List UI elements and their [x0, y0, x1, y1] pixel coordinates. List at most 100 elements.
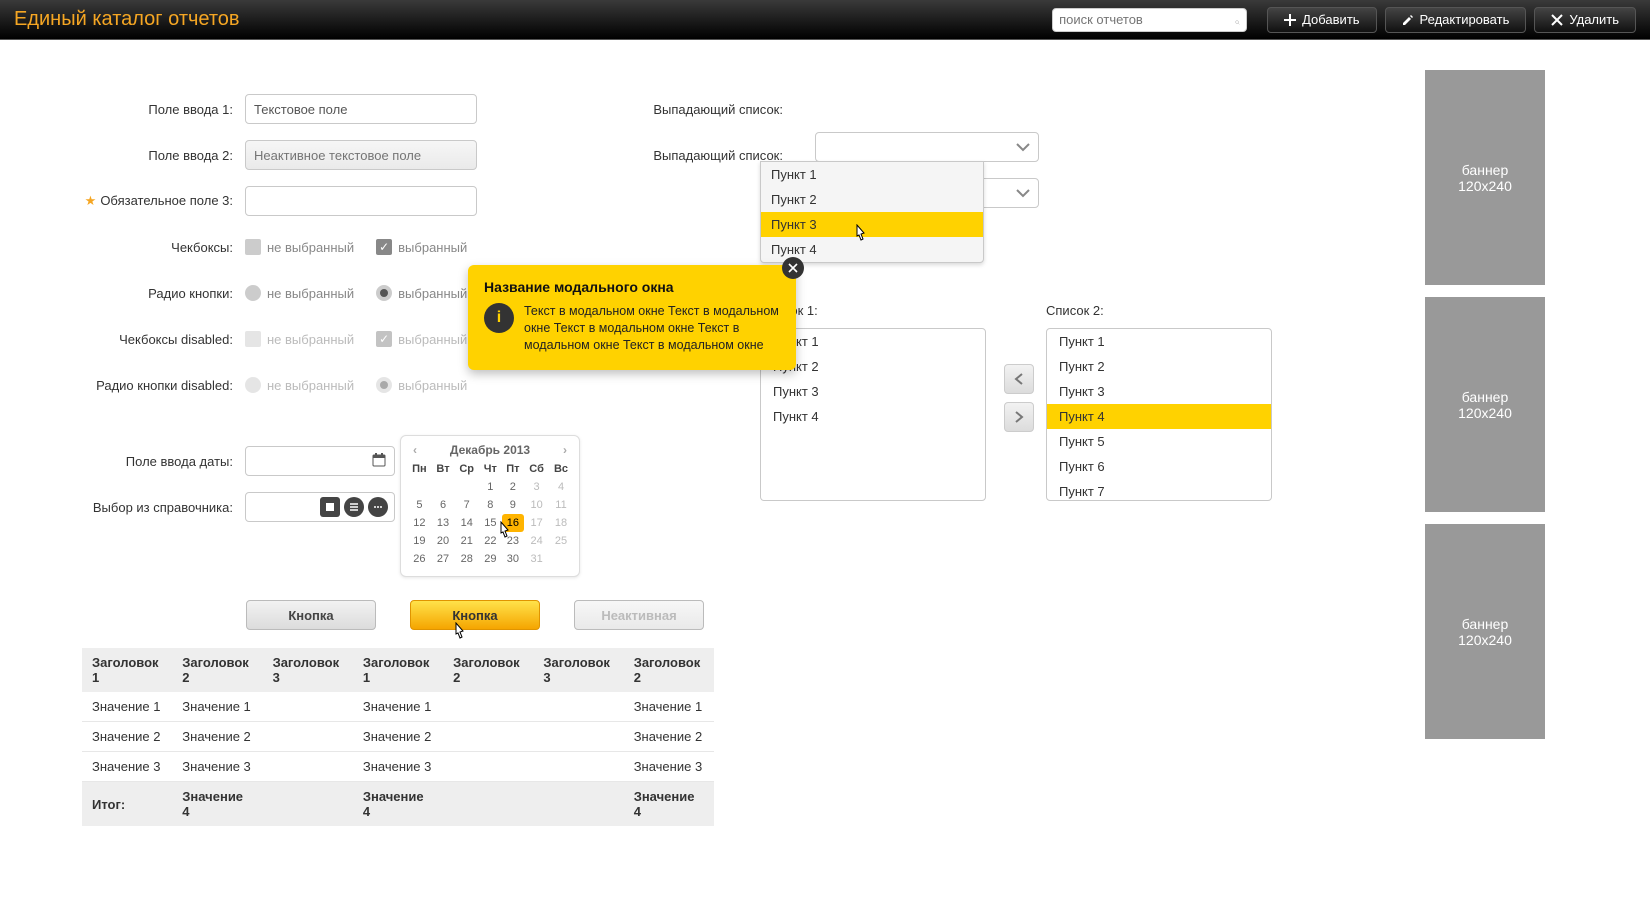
- table-header: Заголовок 3: [263, 648, 353, 692]
- add-button[interactable]: Добавить: [1267, 7, 1376, 33]
- list-item[interactable]: Пункт 3: [1047, 379, 1271, 404]
- button-normal[interactable]: Кнопка: [246, 600, 376, 630]
- list-item[interactable]: Пункт 5: [1047, 429, 1271, 454]
- calendar-day[interactable]: 21: [454, 532, 479, 550]
- table-header: Заголовок 3: [533, 648, 623, 692]
- table-cell: [533, 752, 623, 782]
- calendar-day[interactable]: 23: [502, 532, 525, 550]
- table-cell: [263, 692, 353, 722]
- calendar-day[interactable]: 30: [502, 550, 525, 568]
- calendar-day[interactable]: 16: [502, 514, 525, 532]
- calendar-day[interactable]: 14: [454, 514, 479, 532]
- calendar[interactable]: ‹ Декабрь 2013 › ПнВтСрЧтПтСбВс 12345678…: [400, 435, 580, 577]
- calendar-day[interactable]: 13: [432, 514, 454, 532]
- table-footer-cell: [263, 782, 353, 827]
- calendar-day[interactable]: 29: [479, 550, 501, 568]
- calendar-day[interactable]: 15: [479, 514, 501, 532]
- list-item[interactable]: Пункт 7: [1047, 479, 1271, 501]
- calendar-day: [454, 478, 479, 496]
- table-cell: Значение 1: [172, 692, 262, 722]
- calendar-day[interactable]: 11: [549, 496, 573, 514]
- calendar-day[interactable]: 19: [407, 532, 432, 550]
- table-header: Заголовок 1: [353, 648, 443, 692]
- calendar-prev[interactable]: ‹: [409, 443, 421, 457]
- list-icon[interactable]: [344, 497, 364, 517]
- button-primary[interactable]: Кнопка: [410, 600, 540, 630]
- table-footer-cell: Значение 4: [172, 782, 262, 827]
- table-cell: Значение 2: [353, 722, 443, 752]
- dropdown-item[interactable]: Пункт 3: [761, 212, 983, 237]
- chevron-down-icon: [1016, 186, 1030, 201]
- input1[interactable]: [245, 94, 477, 124]
- radio-checked[interactable]: выбранный: [376, 285, 467, 301]
- list-item[interactable]: Пункт 4: [1047, 404, 1271, 429]
- calendar-day[interactable]: 24: [524, 532, 549, 550]
- calendar-day[interactable]: 20: [432, 532, 454, 550]
- table-footer-cell: Значение 4: [624, 782, 714, 827]
- dropdown2-menu[interactable]: Пункт 1 Пункт 2 Пункт 3 Пункт 4: [760, 161, 984, 263]
- dropdown-item[interactable]: Пункт 1: [761, 162, 983, 187]
- calendar-day[interactable]: 17: [524, 514, 549, 532]
- calendar-day[interactable]: 10: [524, 496, 549, 514]
- calendar-day[interactable]: 1: [479, 478, 501, 496]
- checkbox-unchecked[interactable]: не выбранный: [245, 239, 354, 255]
- calendar-day[interactable]: 22: [479, 532, 501, 550]
- move-left-button[interactable]: [1004, 364, 1034, 394]
- calendar-day[interactable]: 4: [549, 478, 573, 496]
- list2[interactable]: Пункт 1Пункт 2Пункт 3Пункт 4Пункт 5Пункт…: [1046, 328, 1272, 501]
- input2-label: Поле ввода 2:: [55, 148, 245, 163]
- calendar-day[interactable]: 3: [524, 478, 549, 496]
- list-item[interactable]: Пункт 3: [761, 379, 985, 404]
- calendar-day[interactable]: 8: [479, 496, 501, 514]
- calendar-day[interactable]: 6: [432, 496, 454, 514]
- edit-button[interactable]: Редактировать: [1385, 7, 1527, 33]
- calendar-next[interactable]: ›: [559, 443, 571, 457]
- date-input[interactable]: [245, 446, 395, 476]
- table-cell: Значение 1: [353, 692, 443, 722]
- calendar-day[interactable]: 27: [432, 550, 454, 568]
- book-icon[interactable]: [320, 497, 340, 517]
- calendar-day: [549, 550, 573, 568]
- banner-2: баннер120x240: [1425, 297, 1545, 512]
- table-cell: [263, 722, 353, 752]
- checkbox-checked[interactable]: ✓выбранный: [376, 239, 467, 255]
- calendar-day[interactable]: 7: [454, 496, 479, 514]
- table-cell: Значение 3: [172, 752, 262, 782]
- search-input[interactable]: [1059, 12, 1235, 27]
- calendar-day[interactable]: 26: [407, 550, 432, 568]
- dropdown1[interactable]: [815, 132, 1039, 162]
- calendar-day[interactable]: 25: [549, 532, 573, 550]
- banner-3: баннер120x240: [1425, 524, 1545, 739]
- search-box[interactable]: [1052, 8, 1247, 32]
- calendar-day[interactable]: 31: [524, 550, 549, 568]
- input1-label: Поле ввода 1:: [55, 102, 245, 117]
- calendar-day[interactable]: 18: [549, 514, 573, 532]
- calendar-day[interactable]: 12: [407, 514, 432, 532]
- list-item[interactable]: Пункт 2: [1047, 354, 1271, 379]
- button-row: Кнопка Кнопка Неактивная: [246, 600, 704, 630]
- calendar-dow: Пт: [502, 460, 525, 478]
- delete-button[interactable]: Удалить: [1534, 7, 1636, 33]
- radio-unchecked[interactable]: не выбранный: [245, 285, 354, 301]
- dropdown-item[interactable]: Пункт 2: [761, 187, 983, 212]
- date-label: Поле ввода даты:: [55, 454, 245, 469]
- ref-input[interactable]: [245, 492, 395, 522]
- list-item[interactable]: Пункт 4: [761, 404, 985, 429]
- list-item[interactable]: Пункт 6: [1047, 454, 1271, 479]
- add-button-label: Добавить: [1302, 12, 1359, 27]
- list-item[interactable]: Пункт 1: [1047, 329, 1271, 354]
- table-cell: Значение 3: [353, 752, 443, 782]
- modal-close[interactable]: [782, 257, 804, 279]
- banner-1: баннер120x240: [1425, 70, 1545, 285]
- calendar-day[interactable]: 28: [454, 550, 479, 568]
- calendar-day[interactable]: 2: [502, 478, 525, 496]
- modal-text: Текст в модальном окне Текст в модальном…: [524, 303, 780, 354]
- move-right-button[interactable]: [1004, 402, 1034, 432]
- table-cell: Значение 1: [82, 692, 172, 722]
- calendar-day[interactable]: 5: [407, 496, 432, 514]
- input3[interactable]: [245, 186, 477, 216]
- calendar-day[interactable]: 9: [502, 496, 525, 514]
- table-cell: [443, 722, 533, 752]
- chat-icon[interactable]: [368, 497, 388, 517]
- app-title: Единый каталог отчетов: [14, 8, 1052, 31]
